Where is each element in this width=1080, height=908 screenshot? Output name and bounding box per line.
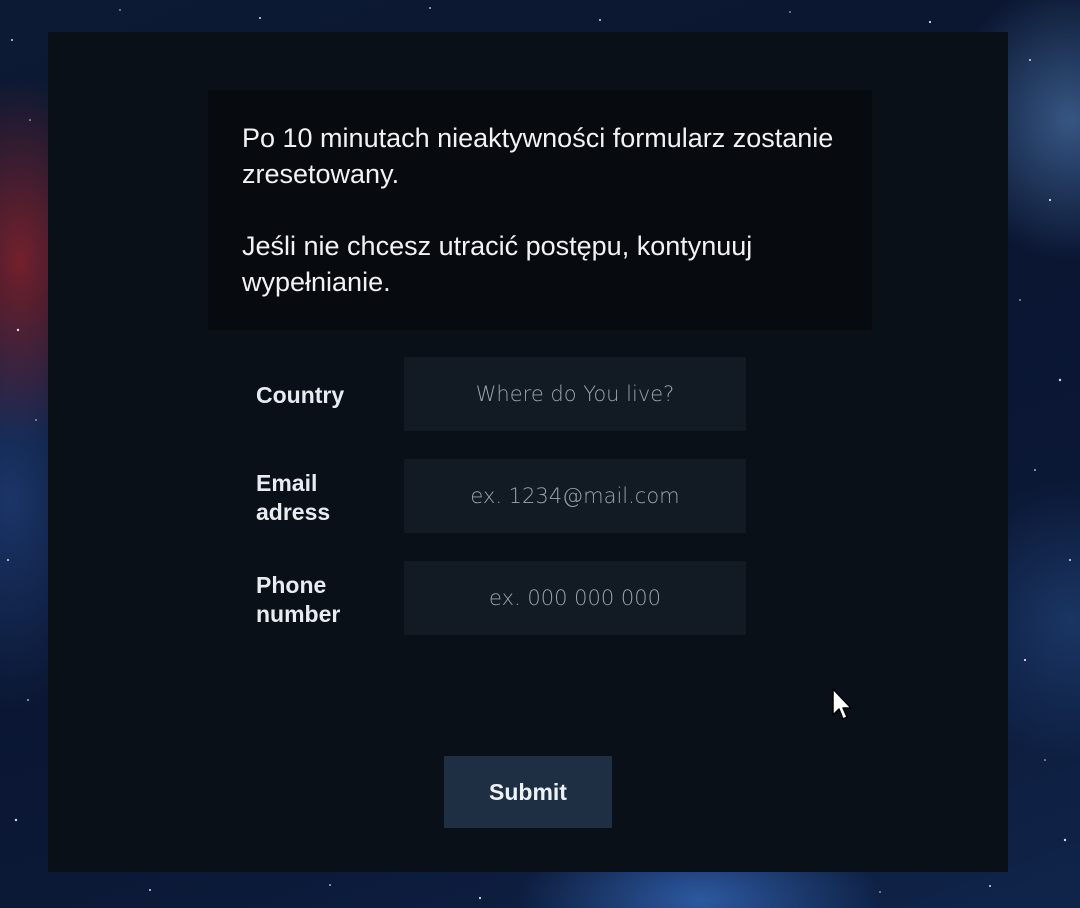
phone-label: Phone number xyxy=(256,572,341,627)
notice-line-timeout: Po 10 minutach nieaktywności formularz z… xyxy=(242,123,834,189)
email-label: Email adress xyxy=(256,470,331,525)
country-label: Country xyxy=(256,382,345,408)
country-input[interactable] xyxy=(404,357,746,431)
email-input[interactable] xyxy=(404,459,746,533)
mouse-pointer-icon xyxy=(832,688,852,720)
phone-input[interactable] xyxy=(404,561,746,635)
submit-button[interactable]: Submit xyxy=(444,756,612,828)
inactivity-notice: Po 10 minutach nieaktywności formularz z… xyxy=(208,90,872,330)
notice-line-continue: Jeśli nie chcesz utracić postępu, kontyn… xyxy=(242,231,753,297)
